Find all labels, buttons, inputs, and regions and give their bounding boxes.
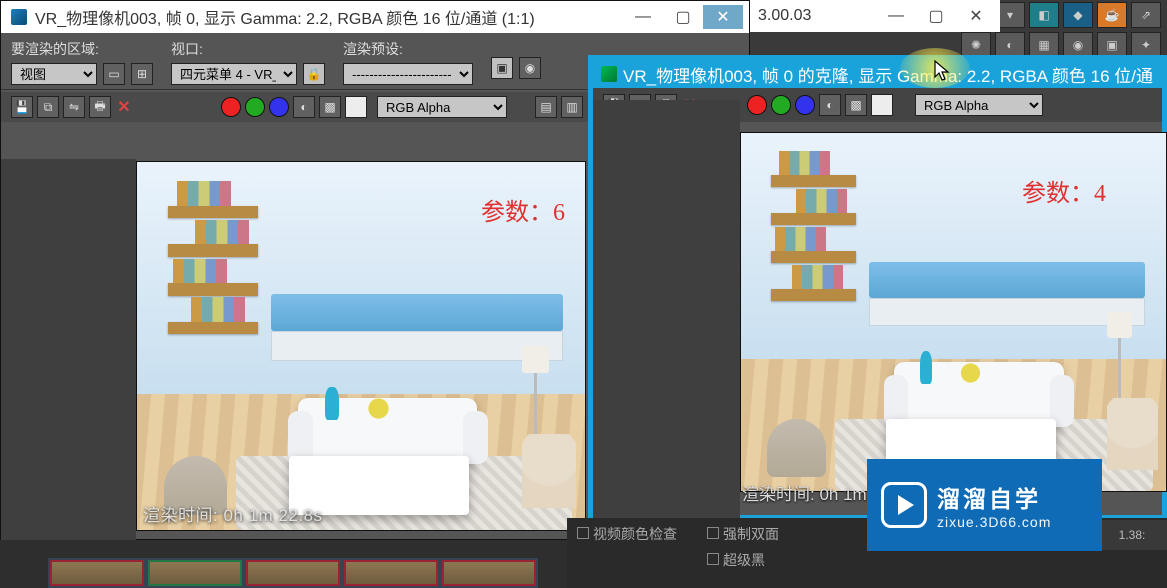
win1-titlebar[interactable]: VR_物理像机003, 帧 0, 显示 Gamma: 2.2, RGBA 颜色 … (1, 1, 749, 33)
version-text: 3.00.03 (758, 7, 811, 25)
print-icon[interactable]: 🖶 (89, 96, 111, 118)
win2-render-viewport[interactable]: 参数：4 (740, 132, 1167, 492)
save-icon[interactable]: 💾 (11, 96, 33, 118)
win1-render-time: 渲染时间: 0h 1m 22.8s (143, 501, 323, 526)
clone-icon[interactable]: ⇋ (63, 96, 85, 118)
bg-btn-5[interactable]: ⇗ (1131, 2, 1161, 28)
channel-select[interactable]: RGB Alpha (377, 96, 507, 118)
render-btn-b[interactable]: ◉ (519, 57, 541, 79)
w2-alpha-icon[interactable]: ▩ (845, 94, 867, 116)
alpha-icon[interactable]: ▩ (319, 96, 341, 118)
copy-icon[interactable]: ⧉ (37, 96, 59, 118)
lbl-double-side: 强制双面 (723, 526, 779, 542)
win2-titlebar[interactable]: VR_物理像机003, 帧 0 的克隆, 显示 Gamma: 2.2, RGBA… (593, 60, 1162, 88)
logo-en: zixue.3D66.com (937, 514, 1051, 530)
blue-channel-btn[interactable] (269, 97, 289, 117)
win1-title-text: VR_物理像机003, 帧 0, 显示 Gamma: 2.2, RGBA 颜色 … (35, 5, 535, 29)
bg-min-btn[interactable]: — (876, 4, 916, 28)
green-channel-btn[interactable] (245, 97, 265, 117)
play-icon (881, 482, 927, 528)
win2-left-pad (593, 100, 740, 520)
win1-min-btn[interactable]: — (623, 5, 663, 29)
background-title: 3.00.03 — ▢ ✕ (750, 0, 1000, 32)
bg-close-btn[interactable]: ✕ (956, 4, 996, 28)
win1-render-viewport[interactable]: 渲染时间: 0h 1m 22.8s 参数：6 (136, 161, 586, 531)
logo-cn: 溜溜自学 (937, 480, 1051, 514)
delete-icon[interactable]: ✕ (115, 98, 133, 116)
timeline-seg[interactable] (442, 560, 536, 586)
win2-render-time: 渲染时间: 0h 1m (742, 480, 867, 505)
area-select[interactable]: 视图 (11, 63, 97, 85)
w2-mono-icon[interactable]: ◐ (819, 94, 841, 116)
lbl-video-check: 视频颜色检查 (593, 526, 677, 542)
mono-icon[interactable]: ◐ (293, 96, 315, 118)
timeline-seg[interactable] (50, 560, 144, 586)
area-btn-2[interactable]: ⊞ (131, 63, 153, 85)
watermark-logo: 溜溜自学 zixue.3D66.com (867, 459, 1102, 551)
area-label: 要渲染的区域: (11, 39, 153, 59)
viewport-label: 视口: (171, 39, 325, 59)
red-channel-btn[interactable] (221, 97, 241, 117)
w2-color-swatch[interactable] (871, 94, 893, 116)
overlay-btn-1[interactable]: ▤ (535, 96, 557, 118)
w2-green-btn[interactable] (771, 95, 791, 115)
right-readout: 1.38: (1097, 520, 1167, 550)
bg-max-btn[interactable]: ▢ (916, 4, 956, 28)
cursor-icon (934, 60, 952, 88)
lock-icon[interactable]: 🔒 (303, 63, 325, 85)
win2-title-text: VR_物理像机003, 帧 0 的克隆, 显示 Gamma: 2.2, RGBA… (623, 62, 1153, 87)
w2-blue-btn[interactable] (795, 95, 815, 115)
win1-left-pad (1, 159, 136, 541)
win1-param-annotation: 参数：6 (481, 192, 565, 227)
timeline[interactable] (48, 558, 538, 588)
app-icon (11, 9, 27, 25)
timeline-seg[interactable] (344, 560, 438, 586)
cb-video-check[interactable] (577, 527, 589, 539)
win2-param-annotation: 参数：4 (1022, 173, 1106, 208)
w2-red-btn[interactable] (747, 95, 767, 115)
lbl-super-black: 超级黑 (723, 552, 765, 568)
bg-btn-2[interactable]: ◧ (1029, 2, 1059, 28)
preset-select[interactable]: ---------------------------- (343, 63, 473, 85)
right-readout-text: 1.38: (1119, 528, 1146, 542)
cb-super-black[interactable] (707, 553, 719, 565)
area-btn-1[interactable]: ▭ (103, 63, 125, 85)
bg-btn-3[interactable]: ◆ (1063, 2, 1093, 28)
timeline-seg[interactable] (148, 560, 242, 586)
color-swatch[interactable] (345, 96, 367, 118)
overlay-btn-2[interactable]: ▥ (561, 96, 583, 118)
w2-channel-select[interactable]: RGB Alpha (915, 94, 1043, 116)
preset-label: 渲染预设: (343, 39, 473, 59)
timeline-seg[interactable] (246, 560, 340, 586)
viewport-select[interactable]: 四元菜单 4 - VR_ (171, 63, 297, 85)
cb-double-side[interactable] (707, 527, 719, 539)
win1-close-btn[interactable]: ✕ (703, 5, 743, 29)
app-icon-2 (601, 66, 617, 82)
win1-max-btn[interactable]: ▢ (663, 5, 703, 29)
render-btn-a[interactable]: ▣ (491, 57, 513, 79)
bg-btn-teapot-icon[interactable]: ☕ (1097, 2, 1127, 28)
